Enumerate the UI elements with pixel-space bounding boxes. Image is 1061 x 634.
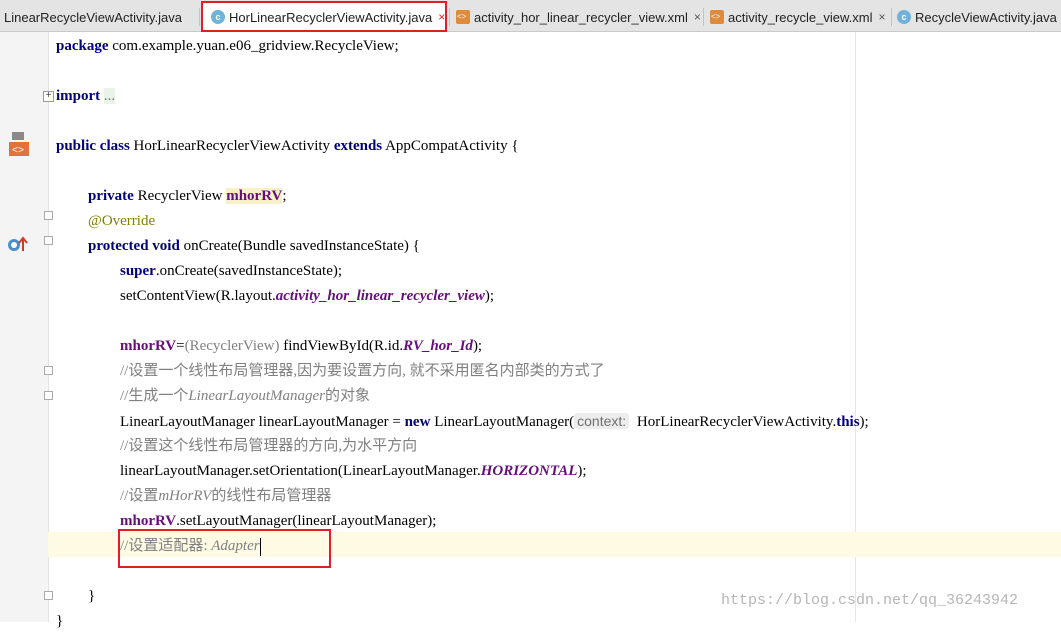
code-line-set-orientation: linearLayoutManager.setOrientation(Linea… [120,463,587,479]
code-line-super: super.onCreate(savedInstanceState); [120,263,343,279]
override-method-icon[interactable] [7,235,29,255]
close-icon[interactable]: × [694,10,700,24]
code-line-field: private RecyclerView mhorRV; [88,188,287,204]
code-line-close-method: } [88,588,96,604]
code-comment-1: //设置一个线性布局管理器,因为要设置方向, 就不采用匿名内部类的方式了 [120,363,605,379]
xml-layout-icon [710,10,724,24]
code-comment-4: //设置mHorRV的线性布局管理器 [120,488,332,504]
tab-activity-hor-linear-recycler-view-xml[interactable]: activity_hor_linear_recycler_view.xml × [456,3,700,31]
tab-separator [891,8,892,26]
code-comment-2: //生成一个LinearLayoutManager的对象 [120,388,371,404]
watermark: https://blog.csdn.net/qq_36243942 [721,592,1019,609]
tab-recycle-view-activity[interactable]: c RecycleViewActivity.java [897,3,1061,31]
editor-tab-bar: LinearRecycleViewActivity.java c HorLine… [0,0,1061,32]
java-class-icon: c [211,10,225,24]
tab-hor-linear-recycler-view-activity[interactable]: c HorLinearRecyclerViewActivity.java × [203,3,445,31]
svg-text:<>: <> [12,146,24,157]
code-line-package: package com.example.yuan.e06_gridview.Re… [56,38,399,54]
editor-gutter: <> [0,32,75,622]
related-layout-icon[interactable]: <> [8,132,30,158]
tab-separator [199,8,200,26]
tab-activity-recycle-view-xml[interactable]: activity_recycle_view.xml × [710,3,888,31]
code-editor[interactable]: package com.example.yuan.e06_gridview.Re… [48,32,1061,629]
tab-separator [449,8,450,26]
text-caret [259,537,261,556]
parameter-hint: context: [574,413,630,429]
close-icon[interactable]: × [438,10,445,24]
close-icon[interactable]: × [879,10,886,24]
code-line-class-declaration: public class HorLinearRecyclerViewActivi… [56,138,519,154]
code-line-set-content-view: setContentView(R.layout.activity_hor_lin… [120,288,495,304]
code-line-method-signature: protected void onCreate(Bundle savedInst… [88,238,420,254]
tab-linear-recycle-view-activity[interactable]: LinearRecycleViewActivity.java [4,3,196,31]
code-comment-5: //设置适配器: Adapter [120,537,261,556]
code-comment-3: //设置这个线性布局管理器的方向,为水平方向 [120,438,418,454]
code-line-annotation: @Override [88,213,156,229]
java-class-icon: c [897,10,911,24]
code-line-set-layout-manager: mhorRV.setLayoutManager(linearLayoutMana… [120,513,437,529]
xml-layout-icon [456,10,470,24]
code-line-find-view: mhorRV=(RecyclerView) findViewById(R.id.… [120,338,483,354]
folded-imports[interactable]: ... [103,88,116,104]
code-line-import: import ... [56,88,116,104]
code-line-layout-manager: LinearLayoutManager linearLayoutManager … [120,413,869,430]
tab-separator [703,8,704,26]
